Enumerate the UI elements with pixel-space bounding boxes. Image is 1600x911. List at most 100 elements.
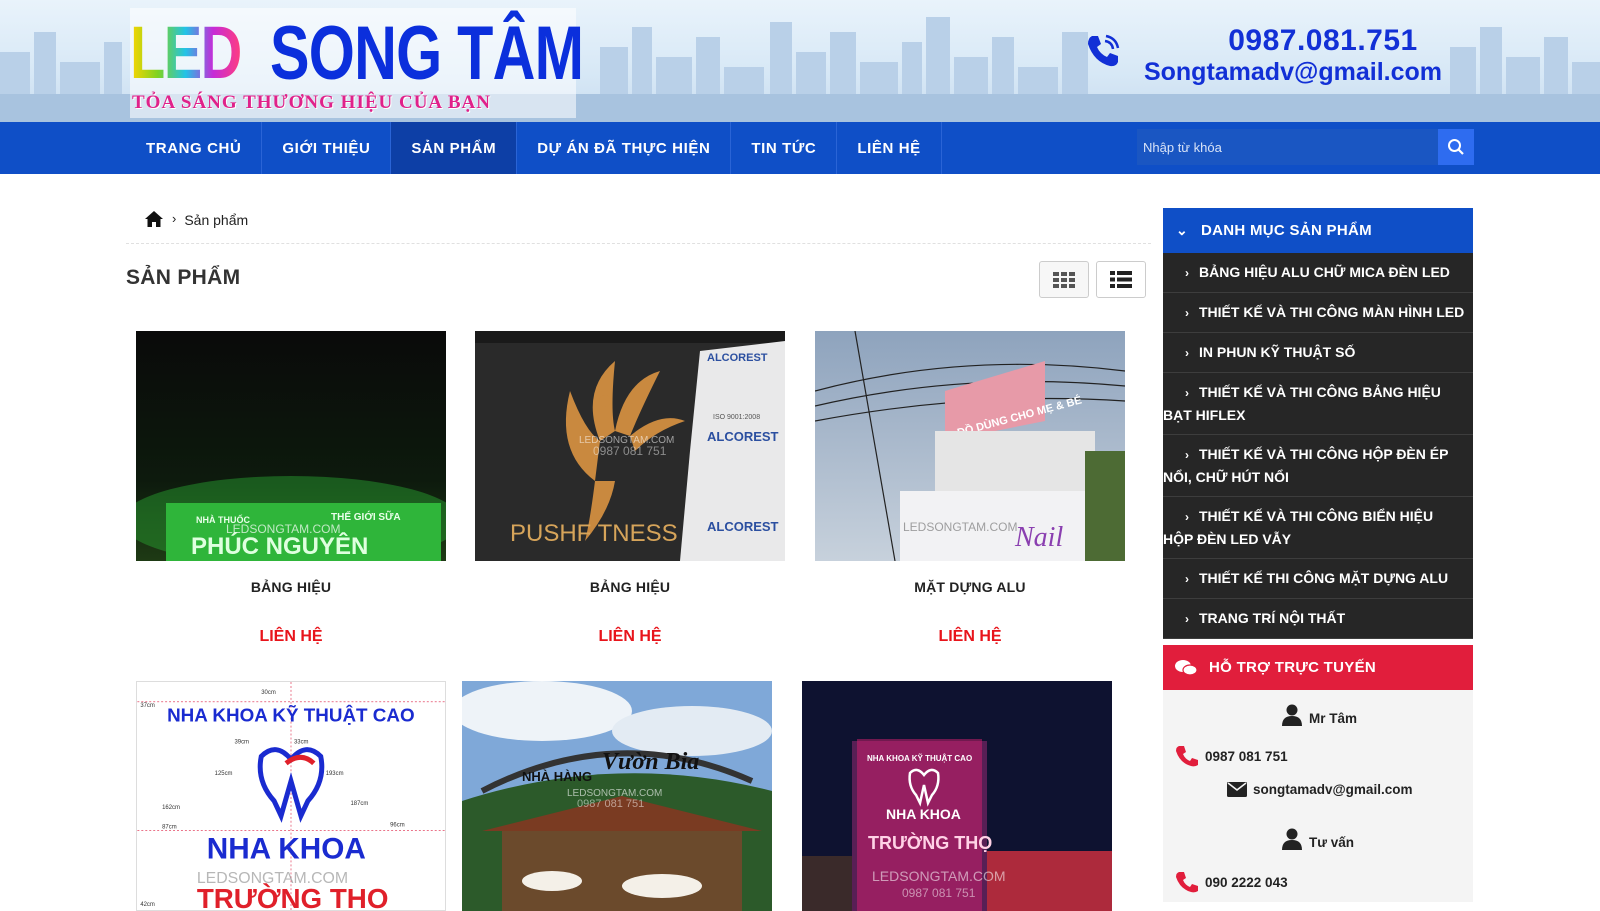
photo-text: 162cm [162, 805, 180, 811]
product-card[interactable]: PUSHF TNESS ALCOREST ALCOREST ALCOREST I… [475, 331, 785, 646]
product-image[interactable]: NHA KHOA KỸ THUẬT CAO NHA KHOA TRƯỜNG TH… [136, 681, 446, 911]
site-header: LED SONG TÂM TỎA SÁNG THƯƠNG HIỆU CỦA BẠ… [0, 0, 1600, 122]
category-item-label: IN PHUN KỸ THUẬT SỐ [1199, 344, 1356, 360]
nav-item[interactable]: GIỚI THIỆU [262, 122, 392, 174]
nav-item[interactable]: TIN TỨC [731, 122, 838, 174]
photo-text: TRƯỜNG THỌ [868, 832, 992, 853]
category-item-label: TRANG TRÍ NỘI THẤT [1199, 610, 1346, 626]
category-panel-header: ⌄ DANH MỤC SẢN PHẨM [1163, 208, 1473, 253]
support-panel: HỖ TRỢ TRỰC TUYẾN Mr Tâm 0987 081 751 so… [1163, 645, 1473, 902]
product-card[interactable]: NHÀ THUỐC THẾ GIỚI SỮA PHÚC NGUYÊN LEDSO… [136, 331, 446, 646]
chevron-right-icon: › [1185, 448, 1189, 462]
photo-text: THẾ GIỚI SỮA [331, 510, 401, 523]
chevron-right-icon: › [1185, 572, 1189, 586]
chevron-right-icon: › [1185, 510, 1189, 524]
support-agent: Mr Tâm [1281, 703, 1357, 726]
product-image[interactable]: ĐỒ DÙNG CHO MẸ & BÉ Nail LEDSONGTAM.COM [815, 331, 1125, 561]
product-name[interactable]: BẢNG HIỆU [136, 579, 446, 595]
category-item-label: THIẾT KẾ VÀ THI CÔNG MÀN HÌNH LED [1199, 304, 1465, 320]
logo-led-text: LED [130, 11, 242, 94]
support-phone-number[interactable]: 0987 081 751 [1205, 749, 1288, 764]
support-panel-title: HỖ TRỢ TRỰC TUYẾN [1209, 659, 1377, 676]
category-panel-title: DANH MỤC SẢN PHẨM [1201, 222, 1372, 239]
photo-text: 42cm [140, 902, 155, 908]
category-item[interactable]: › THIẾT KẾ VÀ THI CÔNG BIỂN HIỆU HỘP ĐÈN … [1163, 497, 1473, 559]
photo-text: ALCOREST [707, 429, 779, 444]
category-item[interactable]: › THIẾT KẾ THI CÔNG MẶT DỰNG ALU [1163, 559, 1473, 599]
photo-text: 193cm [326, 771, 344, 777]
support-phone[interactable]: 090 2222 043 [1175, 871, 1288, 893]
category-item-content: › THIẾT KẾ VÀ THI CÔNG BẢNG HIỆU BẠT HIFL… [1163, 381, 1467, 426]
category-item[interactable]: › THIẾT KẾ VÀ THI CÔNG MÀN HÌNH LED [1163, 293, 1473, 333]
site-logo[interactable]: LED SONG TÂM TỎA SÁNG THƯƠNG HIỆU CỦA BẠ… [130, 8, 584, 118]
product-name[interactable]: BẢNG HIỆU [475, 579, 785, 595]
search-input[interactable] [1137, 129, 1438, 165]
photo-watermark: LEDSONGTAM.COM [226, 522, 340, 536]
category-item-label: THIẾT KẾ VÀ THI CÔNG BẢNG HIỆU BẠT HIFLE… [1163, 384, 1441, 423]
support-email[interactable]: songtamadv@gmail.com [1227, 782, 1412, 797]
nav-item[interactable]: TRANG CHỦ [126, 122, 263, 174]
photo-text: 87cm [162, 825, 177, 831]
category-item[interactable]: › TRANG TRÍ NỘI THẤT [1163, 599, 1473, 639]
photo-text: 33cm [294, 739, 309, 745]
product-card[interactable]: NHA KHOA KỸ THUẬT CAO NHA KHOA TRƯỜNG TH… [802, 681, 1112, 911]
category-panel: ⌄ DANH MỤC SẢN PHẨM › BẢNG HIỆU ALU CHỮ M… [1163, 208, 1473, 639]
home-icon[interactable] [144, 210, 164, 228]
page-title: SẢN PHẨM [126, 266, 241, 289]
product-name[interactable]: MẶT DỰNG ALU [815, 579, 1125, 595]
email-icon [1227, 782, 1247, 797]
list-view-button[interactable] [1096, 261, 1146, 298]
photo-watermark: 0987 081 751 [577, 798, 644, 810]
chevron-down-icon: ⌄ [1175, 222, 1189, 238]
support-email-address[interactable]: songtamadv@gmail.com [1253, 782, 1412, 797]
search-button[interactable] [1438, 129, 1474, 165]
product-price[interactable]: LIÊN HỆ [815, 628, 1125, 646]
category-item[interactable]: › THIẾT KẾ VÀ THI CÔNG HỘP ĐÈN ÉP NỔI, CH… [1163, 435, 1473, 497]
product-price[interactable]: LIÊN HỆ [136, 628, 446, 646]
chevron-right-icon: › [1185, 266, 1189, 280]
list-icon [1110, 271, 1132, 288]
product-image[interactable]: NHA KHOA KỸ THUẬT CAO NHA KHOA TRƯỜNG TH… [802, 681, 1112, 911]
photo-text: PHÚC NGUYÊN [191, 532, 368, 560]
photo-watermark: LEDSONGTAM.COM [903, 520, 1017, 534]
photo-text: 30cm [261, 690, 276, 696]
product-image[interactable]: PUSHF TNESS ALCOREST ALCOREST ALCOREST I… [475, 331, 785, 561]
product-price[interactable]: LIÊN HỆ [475, 628, 785, 646]
category-item[interactable]: › IN PHUN KỸ THUẬT SỐ [1163, 333, 1473, 373]
category-item[interactable]: › BẢNG HIỆU ALU CHỮ MICA ĐÈN LED [1163, 253, 1473, 293]
support-phone-number[interactable]: 090 2222 043 [1205, 875, 1288, 890]
support-panel-header: HỖ TRỢ TRỰC TUYẾN [1163, 645, 1473, 690]
category-item-label: BẢNG HIỆU ALU CHỮ MICA ĐÈN LED [1199, 264, 1450, 280]
logo-name-text: SONG TÂM [270, 11, 584, 96]
nav-item[interactable]: SẢN PHẨM [391, 122, 518, 174]
user-icon [1282, 828, 1302, 850]
photo-watermark: LEDSONGTAM.COM [872, 868, 1006, 884]
product-card[interactable]: NHÀ HÀNG Vườn Bia LEDSONGTAM.COM 0987 08… [462, 681, 772, 911]
category-item-content: › THIẾT KẾ THI CÔNG MẶT DỰNG ALU [1163, 567, 1467, 590]
category-item-content: › THIẾT KẾ VÀ THI CÔNG BIỂN HIỆU HỘP ĐÈN … [1163, 505, 1467, 550]
category-item-label: THIẾT KẾ VÀ THI CÔNG BIỂN HIỆU HỘP ĐÈN L… [1163, 508, 1434, 547]
support-agent-name: Tư vấn [1309, 835, 1355, 850]
breadcrumb-current: Sản phẩm [184, 212, 249, 228]
support-phone[interactable]: 0987 081 751 [1175, 745, 1288, 767]
photo-text: NHA KHOA [207, 832, 366, 865]
header-email[interactable]: Songtamadv@gmail.com [1144, 58, 1442, 87]
photo-text: 187cm [350, 801, 368, 807]
photo-watermark: LEDSONGTAM.COM [197, 870, 348, 887]
breadcrumb-separator: › [172, 211, 177, 226]
photo-text: ALCOREST [707, 519, 779, 534]
header-phone[interactable]: 0987.081.751 [1204, 24, 1442, 58]
photo-text: ALCOREST [707, 352, 768, 364]
nav-item[interactable]: LIÊN HỆ [837, 122, 942, 174]
nav-item[interactable]: DỰ ÁN ĐÃ THỰC HIỆN [517, 122, 732, 174]
product-image[interactable]: NHÀ HÀNG Vườn Bia LEDSONGTAM.COM 0987 08… [462, 681, 772, 911]
product-card[interactable]: NHA KHOA KỸ THUẬT CAO NHA KHOA TRƯỜNG TH… [136, 681, 446, 911]
product-image[interactable]: NHÀ THUỐC THẾ GIỚI SỮA PHÚC NGUYÊN LEDSO… [136, 331, 446, 561]
photo-text: 39cm [234, 739, 249, 745]
category-item-content: › TRANG TRÍ NỘI THẤT [1163, 607, 1467, 630]
nav-menu: TRANG CHỦ GIỚI THIỆU SẢN PHẨM DỰ ÁN ĐÃ THỰC… [126, 122, 942, 174]
category-item[interactable]: › THIẾT KẾ VÀ THI CÔNG BẢNG HIỆU BẠT HIFL… [1163, 373, 1473, 435]
logo-slogan: TỎA SÁNG THƯƠNG HIỆU CỦA BẠN [132, 92, 491, 113]
grid-view-button[interactable] [1039, 261, 1089, 298]
product-card[interactable]: ĐỒ DÙNG CHO MẸ & BÉ Nail LEDSONGTAM.COM … [815, 331, 1125, 646]
